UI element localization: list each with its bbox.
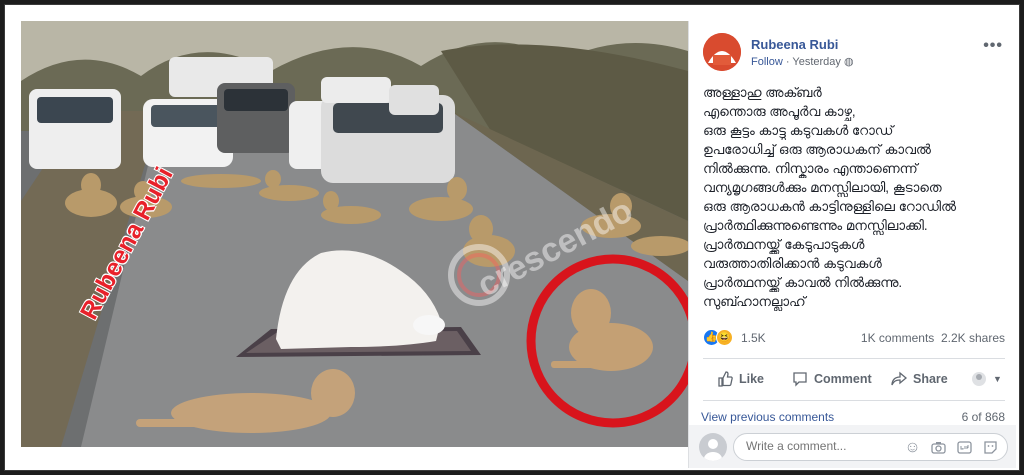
post-line: ഒരു ആരാധകൻ കാട്ടിനുള്ളിലെ റോഡിൽ (703, 199, 956, 214)
post-line: പ്രാർത്ഥനയ്ക്ക് കേടുപാടുകൾ (703, 237, 865, 252)
post-line: അള്ളാഹു അക്ബർ (703, 85, 822, 100)
divider (703, 400, 1005, 401)
profile-icon (972, 372, 986, 386)
reaction-summary: 👍 😆 1.5K 1K comments 2.2K shares (703, 329, 1005, 349)
comment-count[interactable]: 1K comments (861, 331, 934, 345)
comment-input[interactable] (746, 439, 886, 453)
follow-link[interactable]: Follow (751, 56, 783, 68)
comment-icon (793, 372, 807, 387)
post-time[interactable]: Yesterday (792, 56, 841, 68)
post-meta: Follow · Yesterday ◍ (751, 55, 854, 68)
camera-icon[interactable] (930, 439, 947, 456)
emoji-icon[interactable]: ☺ (904, 439, 921, 456)
post-line: എന്തൊരു അപൂർവ കാഴ്ച, (703, 104, 856, 119)
comment-label: Comment (814, 372, 872, 386)
post-line: നിൽക്കുന്നു. നിസ്കാരം എന്താണെന്ന് (703, 161, 918, 176)
divider (703, 358, 1005, 359)
share-button[interactable]: Share (891, 371, 948, 387)
more-options-icon[interactable]: ••• (983, 37, 1003, 55)
globe-icon: ◍ (843, 56, 854, 68)
audience-selector[interactable]: ▼ (971, 371, 1002, 387)
comment-input-wrapper: ☺ (733, 433, 1008, 461)
post-line: വന്യമൃഗങ്ങൾക്കും മനസ്സിലായി, കൂടാതെ (703, 180, 942, 195)
author-avatar[interactable] (703, 33, 741, 71)
post-line: ഒരു കൂട്ടം കാട്ടു കടുവകൾ റോഡ് (703, 123, 894, 138)
author-name[interactable]: Rubeena Rubi (751, 37, 838, 52)
post-line: ഉപരോധിച്ച് ഒരു ആരാധകന് കാവൽ (703, 142, 931, 157)
thumbs-up-icon (718, 371, 733, 387)
comment-share-stats: 1K comments 2.2K shares (861, 331, 1005, 345)
post-actions: Like Comment Share ▼ (703, 366, 1005, 394)
chevron-down-icon: ▼ (993, 374, 1002, 384)
post-line: സുബ്ഹാനല്ലാഹ് (703, 294, 806, 309)
share-label: Share (913, 372, 948, 386)
post-text: അള്ളാഹു അക്ബർ എന്തൊരു അപൂർവ കാഴ്ച, ഒരു ക… (703, 83, 1005, 311)
reaction-icons[interactable]: 👍 😆 (703, 329, 737, 347)
comment-button[interactable]: Comment (792, 371, 872, 387)
share-icon (891, 371, 907, 386)
post-header: Rubeena Rubi Follow · Yesterday ◍ ••• (703, 33, 1003, 73)
post-side-panel: Rubeena Rubi Follow · Yesterday ◍ ••• അള… (688, 21, 1016, 468)
share-count[interactable]: 2.2K shares (941, 331, 1005, 345)
view-previous-comments-link[interactable]: View previous comments (701, 410, 834, 424)
comments-count: 6 of 868 (961, 410, 1005, 424)
like-button[interactable]: Like (717, 371, 764, 387)
haha-reaction-icon: 😆 (716, 329, 733, 346)
reaction-count[interactable]: 1.5K (741, 331, 766, 345)
user-avatar (699, 433, 727, 461)
comment-tools: ☺ (904, 439, 999, 456)
comment-composer: ☺ (689, 425, 1016, 468)
screenshot-frame: crescendo Rubeena Rubi Rubeena Rubi Foll… (4, 4, 1020, 471)
post-line: പ്രാർത്ഥിക്കുന്നുണ്ടെന്നും മനസ്സിലാക്കി. (703, 218, 928, 233)
like-label: Like (739, 372, 765, 386)
gif-icon[interactable] (956, 439, 973, 456)
sticker-icon[interactable] (982, 439, 999, 456)
post-photo[interactable]: crescendo Rubeena Rubi (21, 21, 688, 447)
post-line: പ്രാർത്ഥനയ്ക്ക് കാവൽ നിൽക്കുന്നു. (703, 275, 903, 290)
post-line: വരുത്താതിരിക്കാൻ കടുവകൾ (703, 256, 882, 271)
